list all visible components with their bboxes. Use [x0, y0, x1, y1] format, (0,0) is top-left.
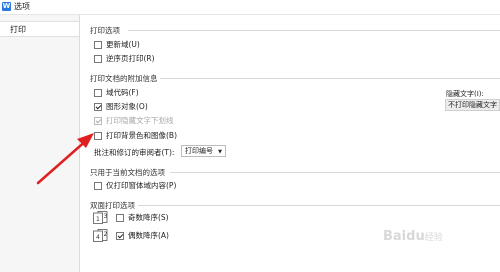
- svg-text:1: 1: [96, 216, 100, 223]
- reviewer-dropdown[interactable]: 打印编号 ▼: [181, 145, 226, 157]
- svg-text:2: 2: [104, 231, 108, 238]
- window-title: 选项: [14, 2, 30, 11]
- checkbox-drawing-objects[interactable]: [94, 103, 102, 111]
- sidebar-item-label: 打印: [10, 25, 26, 34]
- sidebar-item-print[interactable]: 打印: [0, 21, 79, 37]
- svg-text:4: 4: [96, 234, 100, 241]
- option-label: 奇数降序(S): [128, 213, 169, 222]
- svg-text:3: 3: [104, 213, 108, 220]
- checkbox-odd-descending[interactable]: [116, 214, 124, 222]
- duplex-odd-pages-icon: 1 3: [93, 211, 108, 224]
- checkbox-hidden-underline: [94, 117, 102, 125]
- option-label: 打印背景色和图像(B): [106, 131, 177, 140]
- option-label: 偶数降序(A): [128, 231, 169, 240]
- section-title-print-options: 打印选项: [90, 26, 120, 35]
- hidden-text-select[interactable]: 不打印隐藏文字: [445, 99, 500, 111]
- title-bar: W 选项: [0, 0, 500, 15]
- section-divider: [128, 30, 500, 31]
- watermark-sub: 经验: [424, 233, 443, 243]
- option-label: 逆序页打印(R): [106, 54, 155, 63]
- section-divider: [138, 205, 500, 206]
- option-label: 打印隐藏文字下划线: [106, 116, 174, 125]
- reviewer-dropdown-value: 打印编号: [185, 147, 213, 155]
- reviewer-label: 批注和修订的审阅者(T):: [94, 148, 175, 157]
- annotation-arrow: [36, 133, 94, 185]
- option-label: 图形对象(O): [106, 102, 148, 111]
- checkbox-update-fields[interactable]: [94, 41, 102, 49]
- option-label: 更新域(U): [106, 40, 140, 49]
- section-divider: [170, 172, 500, 173]
- option-label: 仅打印窗体域内容(P): [106, 181, 177, 190]
- checkbox-reverse-print[interactable]: [94, 55, 102, 63]
- watermark-text: Baidu: [383, 229, 425, 244]
- section-title-attached-info: 打印文档的附加信息: [90, 74, 158, 83]
- baidu-watermark: Baidu经验: [383, 229, 443, 244]
- hidden-text-label: 隐藏文字(I):: [446, 90, 484, 98]
- section-title-current-doc: 只用于当前文档的选项: [90, 168, 165, 177]
- section-divider: [160, 78, 500, 79]
- option-label: 域代码(F): [106, 88, 139, 97]
- app-icon: W: [2, 2, 11, 11]
- duplex-even-pages-icon: 4 2: [93, 229, 108, 242]
- chevron-down-icon: ▼: [218, 149, 222, 155]
- checkbox-field-codes[interactable]: [94, 89, 102, 97]
- section-title-duplex: 双面打印选项: [90, 201, 135, 210]
- checkbox-even-descending[interactable]: [116, 232, 124, 240]
